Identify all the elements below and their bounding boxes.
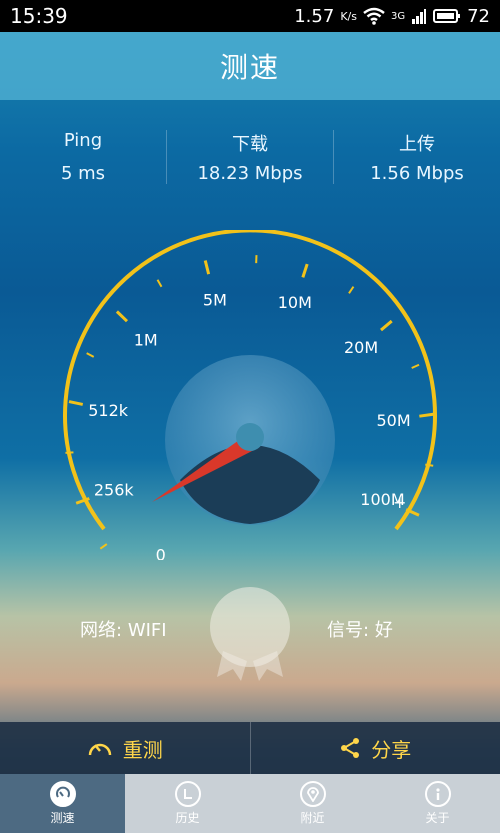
gauge-plus: +	[393, 493, 406, 512]
download-value: 18.23 Mbps	[197, 163, 303, 184]
upload-value: 1.56 Mbps	[370, 163, 464, 184]
network-type: 3G	[390, 10, 406, 22]
upload-label: 上传	[399, 134, 435, 155]
gauge-tick-label: 10M	[278, 293, 312, 312]
stat-download: 下载 18.23 Mbps	[166, 130, 333, 184]
signal-icon	[412, 9, 427, 24]
retest-label: 重测	[122, 737, 163, 762]
tab-history[interactable]: 历史	[125, 774, 250, 833]
gauge-hub	[236, 423, 264, 451]
gauge-minor-tick	[411, 363, 420, 369]
gauge-minor-tick	[86, 352, 95, 358]
network-status: 网络: WIFI	[80, 616, 167, 642]
gauge-minor-tick	[425, 463, 434, 467]
wifi-icon	[363, 7, 385, 25]
share-label: 分享	[371, 737, 412, 762]
status-speed: 1.57	[294, 5, 335, 27]
gauge-icon	[88, 743, 111, 756]
tab-label: 附近	[300, 811, 325, 825]
tab-speedtest[interactable]: 测速	[0, 774, 125, 833]
action-bar: 重测 分享	[0, 722, 500, 774]
battery-level: 72	[467, 5, 490, 27]
speedometer-icon	[49, 781, 76, 807]
gauge-tick	[301, 263, 309, 278]
gauge-tick	[115, 310, 129, 323]
stats-row: Ping 5 ms 下载 18.23 Mbps 上传 1.56 Mbps	[0, 130, 500, 184]
bottom-tab-bar: 测速 历史 附近 关于	[0, 774, 500, 833]
speed-gauge: 0256k512k1M5M 10M20M50M100M +	[63, 230, 437, 560]
tab-label: 测速	[50, 811, 75, 825]
ping-value: 5 ms	[60, 163, 106, 184]
gauge-tick	[203, 260, 211, 275]
gauge-minor-tick	[65, 451, 74, 454]
gauge-tick-label: 5M	[203, 290, 227, 309]
gauge-tick	[419, 412, 434, 418]
gauge-tick	[68, 400, 84, 406]
retest-button[interactable]: 重测	[0, 722, 250, 774]
location-icon	[299, 781, 326, 807]
share-button[interactable]: 分享	[249, 722, 500, 774]
tab-about[interactable]: 关于	[375, 774, 500, 833]
status-bar: 15:39 1.57 K/s 3G 72	[0, 0, 500, 32]
page-header: 测速	[0, 32, 500, 100]
status-indicators: 1.57 K/s 3G 72	[294, 6, 490, 27]
gauge-tick-label: 50M	[377, 411, 411, 430]
share-icon	[341, 738, 360, 758]
tab-nearby[interactable]: 附近	[250, 774, 375, 833]
gauge-tick-label: 20M	[344, 338, 378, 357]
network-label: 网络:	[80, 620, 123, 641]
gauge-minor-tick	[156, 279, 163, 288]
gauge-minor-tick	[99, 543, 108, 550]
gauge-tick	[380, 319, 393, 332]
stat-ping: Ping 5 ms	[0, 130, 166, 184]
badge-icon	[210, 587, 290, 681]
page-title: 测速	[219, 51, 280, 84]
gauge-tick-label: 1M	[134, 330, 158, 349]
signal-label: 信号:	[327, 620, 370, 641]
stat-upload: 上传 1.56 Mbps	[333, 130, 500, 184]
gauge-tick-label: 512k	[88, 401, 129, 420]
status-time: 15:39	[10, 4, 68, 28]
tab-label: 关于	[425, 811, 450, 825]
ping-label: Ping	[63, 130, 103, 151]
network-value: WIFI	[127, 620, 167, 641]
signal-status: 信号: 好	[327, 616, 393, 642]
gauge-tick-label: 256k	[94, 481, 135, 500]
info-icon	[424, 781, 451, 807]
battery-icon	[433, 9, 461, 23]
status-speed-unit: K/s	[340, 9, 357, 23]
gauge-minor-tick	[348, 286, 355, 294]
gauge-tick-label: 0	[156, 545, 166, 560]
tab-label: 历史	[175, 811, 200, 825]
signal-value: 好	[374, 620, 393, 641]
download-label: 下载	[232, 134, 268, 155]
history-icon	[174, 781, 201, 807]
